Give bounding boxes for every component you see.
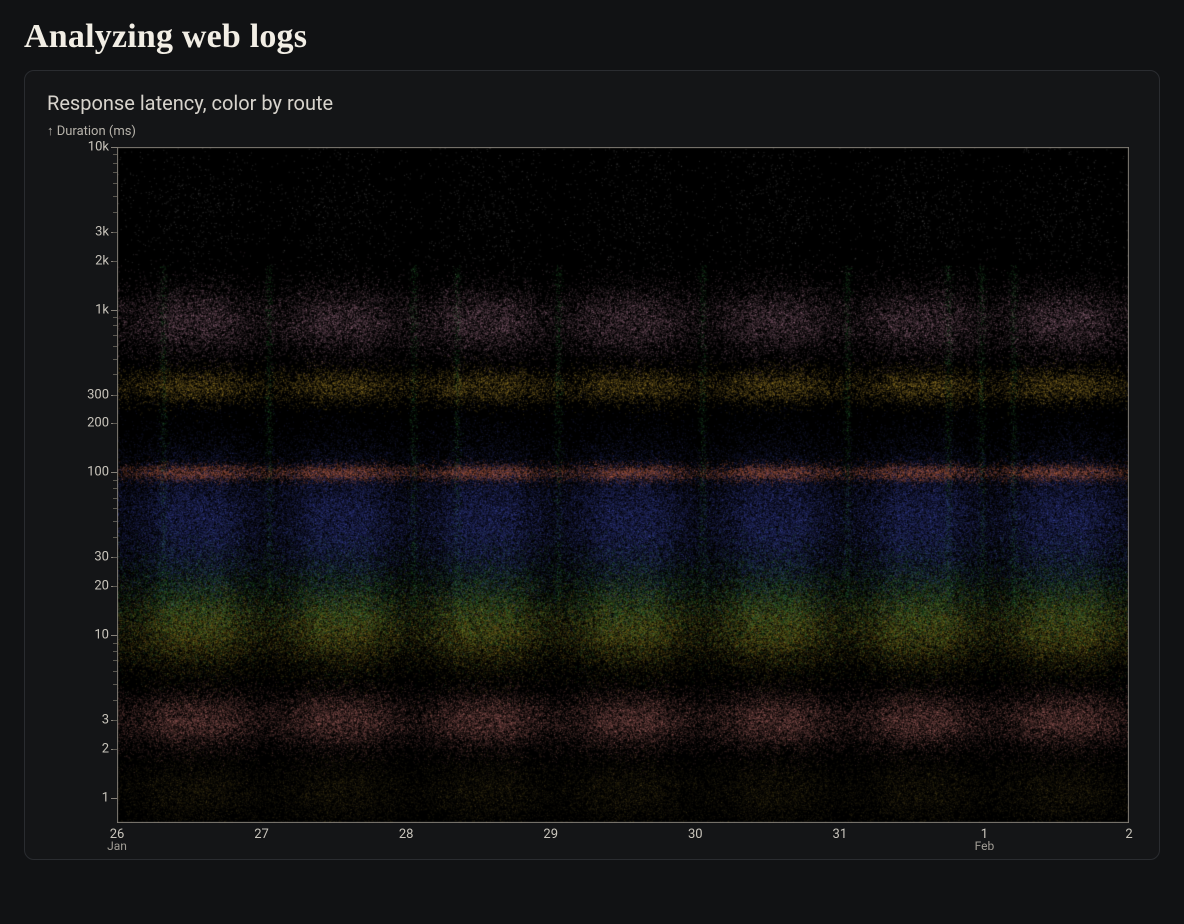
y-tick-label: 20 [49, 579, 109, 594]
x-tick-label: 1Feb [975, 827, 995, 852]
y-tick-label: 200 [49, 416, 109, 431]
y-tick-label: 1 [49, 790, 109, 805]
y-tick-label: 30 [49, 550, 109, 565]
scatter-canvas[interactable] [117, 147, 1129, 823]
x-tick-label: 27 [254, 827, 269, 842]
x-tick-label: 31 [833, 827, 848, 842]
x-tick-label: 30 [688, 827, 703, 842]
x-tick-label: 29 [543, 827, 558, 842]
y-tick-label: 10 [49, 628, 109, 643]
y-tick-label: 2 [49, 741, 109, 756]
chart-title: Response latency, color by route [47, 91, 1139, 115]
y-tick-label: 300 [49, 387, 109, 402]
plot-area: 1231020301002003001k2k3k10k26Jan27282930… [49, 141, 1129, 841]
y-tick-label: 2k [49, 253, 109, 268]
y-axis-label: ↑ Duration (ms) [47, 123, 1139, 139]
x-tick-label: 2 [1125, 827, 1132, 842]
chart-card: Response latency, color by route ↑ Durat… [24, 70, 1160, 860]
y-tick-label: 100 [49, 465, 109, 480]
y-tick-label: 3k [49, 225, 109, 240]
x-tick-label: 28 [399, 827, 414, 842]
y-tick-label: 1k [49, 302, 109, 317]
page-title: Analyzing web logs [24, 18, 1160, 56]
y-tick-label: 10k [49, 140, 109, 155]
x-tick-label: 26Jan [107, 827, 127, 852]
y-tick-label: 3 [49, 713, 109, 728]
